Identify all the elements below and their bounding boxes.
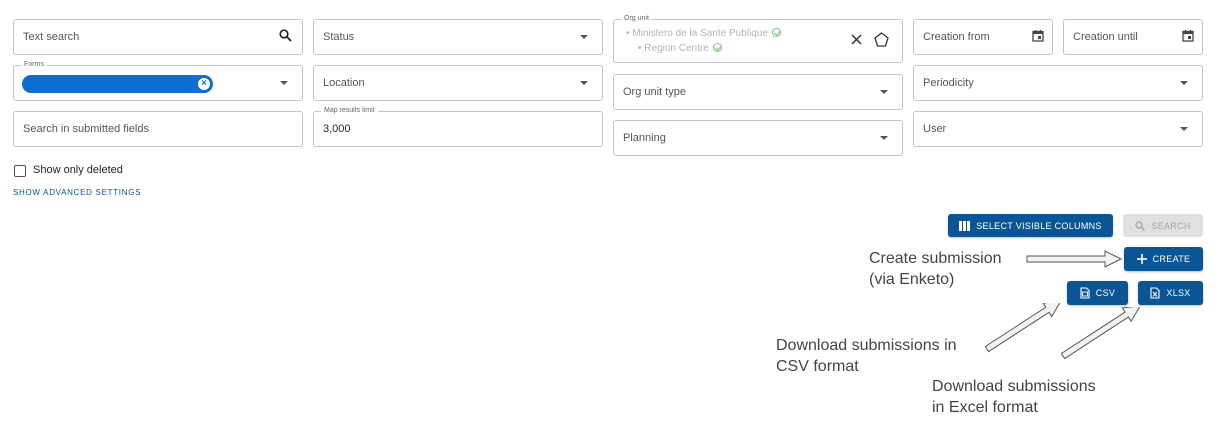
xlsx-annotation: Download submissions in Excel format <box>932 378 1096 416</box>
text-search-placeholder: Text search <box>23 31 80 43</box>
creation-until-label: Creation until <box>1073 31 1138 43</box>
select-visible-columns-button[interactable]: SELECT VISIBLE COLUMNS <box>948 214 1113 237</box>
xlsx-file-icon <box>1150 287 1160 299</box>
calendar-icon[interactable] <box>1182 29 1194 45</box>
show-only-deleted-checkbox[interactable] <box>14 165 26 177</box>
columns-icon <box>959 220 971 231</box>
map-results-limit-input[interactable]: Map results limit 3,000 <box>313 106 603 147</box>
planning-select[interactable]: Planning <box>613 120 903 156</box>
create-button[interactable]: CREATE <box>1124 247 1203 271</box>
map-results-limit-value: 3,000 <box>323 123 351 135</box>
org-unit-type-select[interactable]: Org unit type <box>613 74 903 110</box>
submitted-fields-placeholder: Search in submitted fields <box>23 123 149 135</box>
org-unit-item: • Region Centre <box>638 43 722 54</box>
map-results-limit-legend: Map results limit <box>321 106 378 116</box>
csv-button-label: CSV <box>1095 288 1116 298</box>
show-only-deleted-label: Show only deleted <box>33 164 123 176</box>
arrow-icon <box>1026 250 1123 268</box>
create-annotation: Create submission (via Enketo) <box>869 250 1002 288</box>
chevron-down-icon <box>880 136 888 140</box>
form-chip[interactable]: × <box>22 75 213 93</box>
create-button-label: CREATE <box>1152 254 1191 264</box>
chevron-down-icon <box>880 90 888 94</box>
csv-file-icon <box>1080 287 1090 299</box>
chevron-down-icon <box>580 35 588 39</box>
chevron-down-icon <box>1180 81 1188 85</box>
chevron-down-icon <box>280 81 288 85</box>
org-unit-type-label: Org unit type <box>623 86 686 98</box>
calendar-icon[interactable] <box>1032 29 1044 45</box>
planning-label: Planning <box>623 132 666 144</box>
check-circle-icon <box>771 28 781 37</box>
user-select[interactable]: User <box>913 111 1203 147</box>
arrow-icon <box>984 303 1062 353</box>
search-button-label: SEARCH <box>1151 220 1191 231</box>
csv-download-button[interactable]: CSV <box>1067 281 1128 305</box>
text-search-input[interactable]: Text search <box>13 19 303 55</box>
org-unit-item: • Ministero de la Sante Publique <box>626 28 781 39</box>
location-label: Location <box>323 77 365 89</box>
plus-icon <box>1136 254 1147 264</box>
xlsx-download-button[interactable]: XLSX <box>1138 281 1203 305</box>
org-unit-tree-select[interactable]: Org unit • Ministero de la Sante Publiqu… <box>613 14 903 63</box>
status-label: Status <box>323 31 355 43</box>
chevron-down-icon <box>1180 127 1188 131</box>
csv-annotation: Download submissions in CSV format <box>776 337 957 375</box>
xlsx-button-label: XLSX <box>1166 288 1191 298</box>
chip-remove-icon[interactable]: × <box>198 78 210 90</box>
select-visible-columns-label: SELECT VISIBLE COLUMNS <box>976 220 1102 231</box>
creation-until-date[interactable]: Creation until <box>1063 19 1203 55</box>
creation-from-date[interactable]: Creation from <box>913 19 1053 55</box>
user-label: User <box>923 123 947 135</box>
search-button[interactable]: SEARCH <box>1123 214 1203 237</box>
status-select[interactable]: Status <box>313 19 603 55</box>
periodicity-label: Periodicity <box>923 77 974 89</box>
chevron-down-icon <box>580 81 588 85</box>
creation-from-label: Creation from <box>923 31 990 43</box>
check-circle-icon <box>712 43 722 52</box>
org-unit-legend: Org unit <box>621 14 652 24</box>
pentagon-icon[interactable] <box>874 32 889 50</box>
forms-select[interactable]: Forms × <box>13 60 303 101</box>
forms-legend: Forms <box>21 60 47 70</box>
periodicity-select[interactable]: Periodicity <box>913 65 1203 101</box>
submitted-fields-search-input[interactable]: Search in submitted fields <box>13 111 303 147</box>
close-icon[interactable] <box>851 34 862 48</box>
search-icon <box>1135 220 1146 231</box>
show-advanced-settings-link[interactable]: SHOW ADVANCED SETTINGS <box>13 188 141 197</box>
search-icon[interactable] <box>279 29 292 45</box>
location-select[interactable]: Location <box>313 65 603 101</box>
arrow-icon <box>1060 307 1142 360</box>
